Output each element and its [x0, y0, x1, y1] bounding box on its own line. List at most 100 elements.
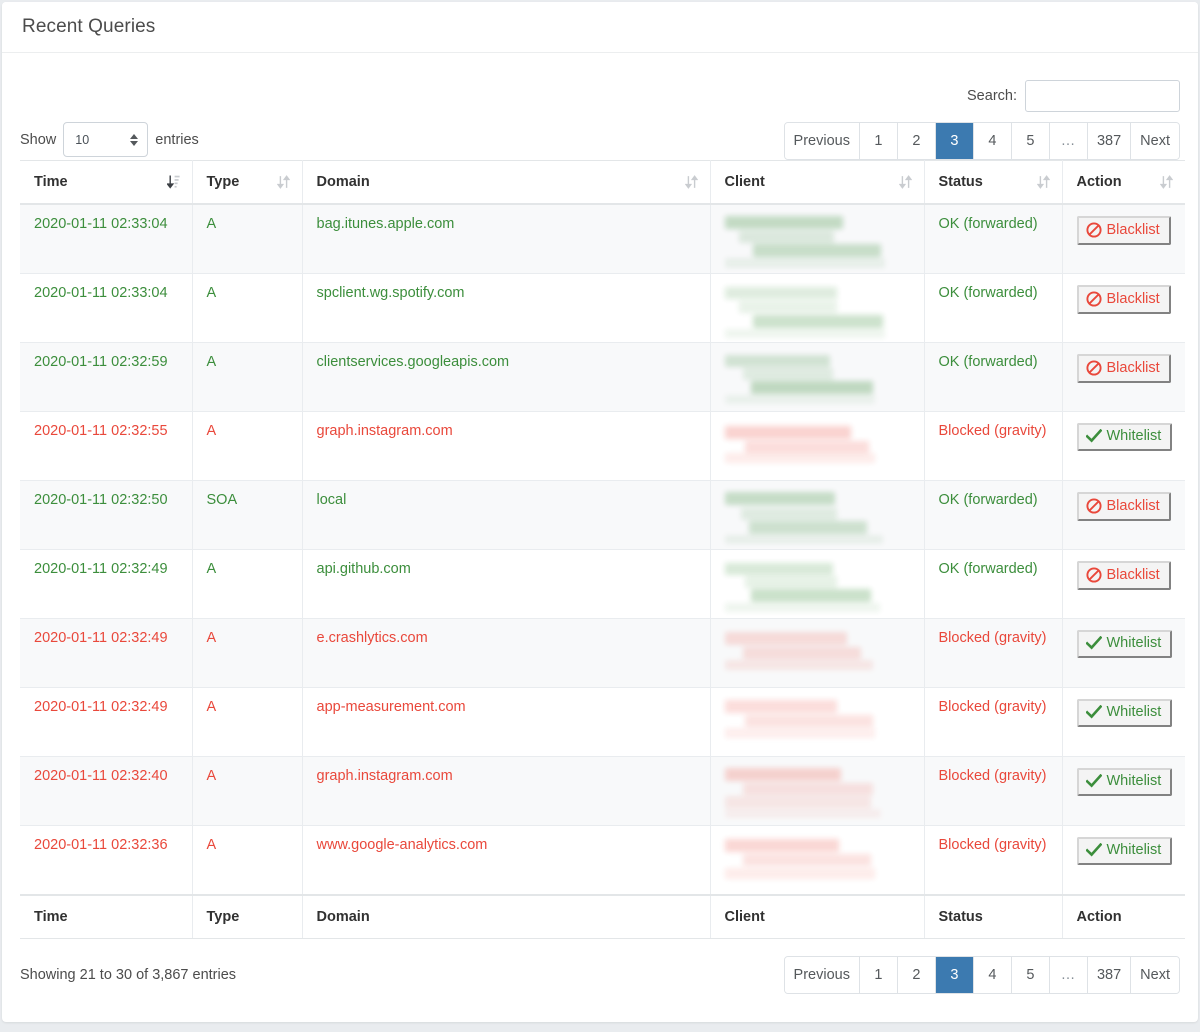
- pagination-page-3[interactable]: 3: [935, 957, 974, 993]
- pagination-next[interactable]: Next: [1131, 123, 1179, 159]
- pagination-page-5[interactable]: 5: [1011, 957, 1050, 993]
- cell-domain: app-measurement.com: [302, 687, 711, 757]
- cell-client: [710, 204, 925, 274]
- column-header-status[interactable]: Status: [924, 160, 1063, 205]
- column-header-status-label: Status: [938, 174, 983, 190]
- check-icon: [1085, 705, 1102, 719]
- pagination-page-2[interactable]: 2: [897, 123, 936, 159]
- blacklist-button[interactable]: Blacklist: [1076, 216, 1171, 245]
- sort-neutral-icon: [1160, 175, 1173, 189]
- cell-domain-text: local: [316, 492, 347, 508]
- cell-status: OK (forwarded): [924, 204, 1063, 274]
- cell-type-text: A: [206, 561, 217, 577]
- cell-time-text: 2020-01-11 02:33:04: [34, 216, 168, 232]
- table-body: 2020-01-11 02:33:04 Abag.itunes.apple.com…: [20, 204, 1185, 896]
- cell-type-text: A: [206, 216, 217, 232]
- pagination-page-1[interactable]: 1: [859, 957, 898, 993]
- cell-type: A: [192, 273, 303, 343]
- cell-status: Blocked (gravity): [924, 411, 1063, 481]
- sort-neutral-icon: [1036, 175, 1050, 189]
- whitelist-button[interactable]: Whitelist: [1076, 630, 1173, 658]
- whitelist-button[interactable]: Whitelist: [1076, 837, 1173, 865]
- column-header-domain[interactable]: Domain: [302, 160, 711, 205]
- cell-type: SOA: [192, 480, 303, 550]
- whitelist-button-label: Whitelist: [1106, 842, 1162, 858]
- cell-time: 2020-01-11 02:32:49: [20, 618, 193, 688]
- footer-column-client: Client: [710, 894, 925, 939]
- cell-time: 2020-01-11 02:33:04: [20, 204, 193, 274]
- cell-domain: e.crashlytics.com: [302, 618, 711, 688]
- cell-type-text: A: [206, 699, 217, 715]
- pagination-ellipsis: …: [1049, 957, 1088, 993]
- column-header-client[interactable]: Client: [710, 160, 925, 205]
- pagination-last-page[interactable]: 387: [1087, 957, 1132, 993]
- no-entry-icon: [1085, 291, 1102, 307]
- client-redacted: [724, 285, 885, 338]
- pagination-top: Previous 1 2 3 4 5 … 387 Next: [783, 122, 1180, 160]
- pagination-last-page[interactable]: 387: [1087, 123, 1132, 159]
- cell-domain: graph.instagram.com: [302, 756, 711, 826]
- cell-status: Blocked (gravity): [924, 756, 1063, 826]
- cell-status: OK (forwarded): [924, 480, 1063, 550]
- entries-select-value: 10: [75, 132, 90, 147]
- pagination-page-3[interactable]: 3: [935, 123, 974, 159]
- whitelist-button[interactable]: Whitelist: [1076, 423, 1173, 451]
- blacklist-button-label: Blacklist: [1106, 290, 1160, 307]
- cell-status-text: Blocked (gravity): [938, 768, 1047, 784]
- card-header: Recent Queries: [2, 2, 1198, 53]
- cell-status-text: OK (forwarded): [938, 285, 1038, 301]
- search-label: Search:: [967, 88, 1017, 104]
- cell-status-text: OK (forwarded): [938, 561, 1038, 577]
- pagination-page-4[interactable]: 4: [973, 123, 1012, 159]
- cell-action: Blacklist: [1062, 204, 1185, 274]
- cell-action: Blacklist: [1062, 273, 1185, 343]
- table-row: 2020-01-11 02:33:04 Aspclient.wg.spotify.…: [20, 273, 1185, 343]
- sort-desc-icon: [166, 175, 180, 189]
- table-head: Time Type Domain Client Status Action: [20, 160, 1185, 205]
- cell-domain-text: e.crashlytics.com: [316, 630, 428, 646]
- blacklist-button-label: Blacklist: [1106, 359, 1160, 376]
- blacklist-button[interactable]: Blacklist: [1076, 354, 1171, 383]
- cell-time: 2020-01-11 02:32:50: [20, 480, 193, 550]
- blacklist-button-label: Blacklist: [1106, 566, 1160, 583]
- pagination-next[interactable]: Next: [1131, 957, 1179, 993]
- table-row: 2020-01-11 02:32:40 Agraph.instagram.com B…: [20, 756, 1185, 826]
- pagination-page-2[interactable]: 2: [897, 957, 936, 993]
- cell-type: A: [192, 411, 303, 481]
- cell-type-text: A: [206, 630, 217, 646]
- blacklist-button[interactable]: Blacklist: [1076, 492, 1171, 521]
- cell-client: [710, 342, 925, 412]
- pagination-previous[interactable]: Previous: [784, 123, 860, 159]
- column-header-domain-label: Domain: [316, 174, 370, 190]
- cell-domain: graph.instagram.com: [302, 411, 711, 481]
- pagination-previous[interactable]: Previous: [784, 957, 860, 993]
- column-header-type[interactable]: Type: [192, 160, 303, 205]
- column-header-time[interactable]: Time: [20, 160, 193, 205]
- cell-type: A: [192, 342, 303, 412]
- whitelist-button-label: Whitelist: [1106, 773, 1162, 789]
- cell-type: A: [192, 549, 303, 619]
- cell-type: A: [192, 204, 303, 274]
- footer-column-action: Action: [1062, 894, 1185, 939]
- cell-time: 2020-01-11 02:32:59: [20, 342, 193, 412]
- cell-domain: clientservices.googleapis.com: [302, 342, 711, 412]
- recent-queries-card: Recent Queries Search: Show 10 entries P…: [2, 2, 1198, 1022]
- cell-type: A: [192, 756, 303, 826]
- client-redacted: [724, 216, 885, 268]
- entries-select[interactable]: 10: [63, 122, 149, 157]
- pagination-page-1[interactable]: 1: [859, 123, 898, 159]
- whitelist-button[interactable]: Whitelist: [1076, 699, 1173, 727]
- blacklist-button[interactable]: Blacklist: [1076, 561, 1171, 590]
- cell-type-text: A: [206, 768, 217, 784]
- cell-action: Blacklist: [1062, 480, 1185, 550]
- cell-domain: spclient.wg.spotify.com: [302, 273, 711, 343]
- cell-time-text: 2020-01-11 02:32:50: [34, 492, 168, 508]
- search-input[interactable]: [1025, 80, 1180, 112]
- whitelist-button[interactable]: Whitelist: [1076, 768, 1173, 796]
- sort-neutral-icon: [898, 175, 912, 189]
- pagination-page-5[interactable]: 5: [1011, 123, 1050, 159]
- cell-time: 2020-01-11 02:32:55: [20, 411, 193, 481]
- blacklist-button[interactable]: Blacklist: [1076, 285, 1171, 314]
- pagination-page-4[interactable]: 4: [973, 957, 1012, 993]
- column-header-action[interactable]: Action: [1062, 160, 1185, 205]
